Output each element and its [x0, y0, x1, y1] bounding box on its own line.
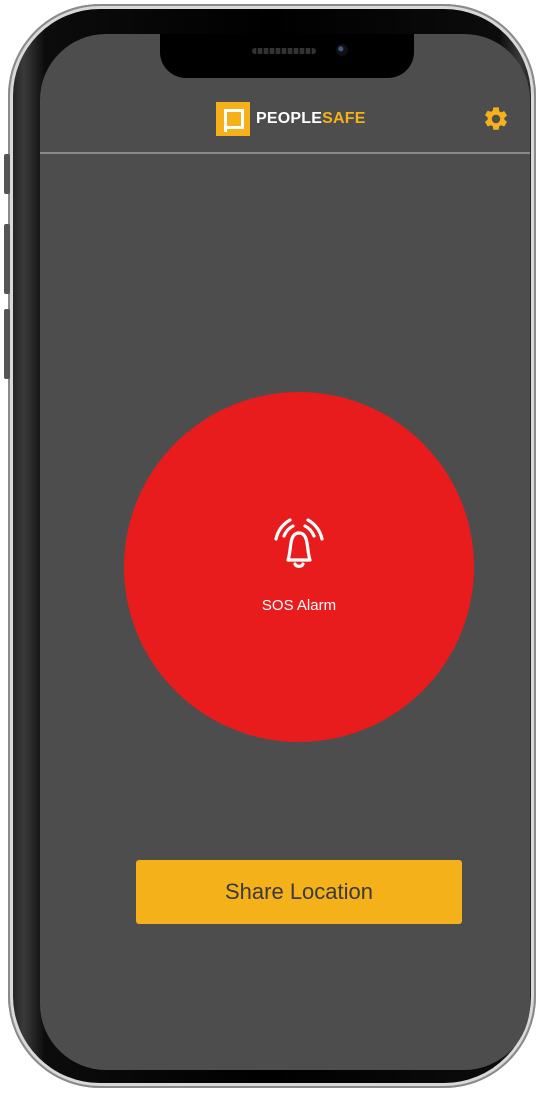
- sos-alarm-button[interactable]: SOS Alarm: [124, 392, 474, 742]
- header-divider: [40, 152, 530, 154]
- front-camera: [336, 44, 348, 56]
- brand-logo: PEOPLESAFE: [216, 102, 366, 136]
- sos-alarm-label: SOS Alarm: [261, 597, 337, 614]
- logo-mark-icon: [216, 102, 250, 136]
- volume-down-button: [4, 309, 10, 379]
- gear-icon[interactable]: [482, 105, 510, 133]
- side-button: [4, 154, 10, 194]
- brand-name: PEOPLESAFE: [256, 110, 366, 128]
- brand-name-part1: PEOPLE: [256, 110, 323, 127]
- app-header: PEOPLESAFE: [40, 89, 530, 153]
- phone-frame: PEOPLESAFE SOS Alarm Share Location: [4, 4, 536, 1088]
- notch: [160, 34, 414, 78]
- volume-up-button: [4, 224, 10, 294]
- screenshot: PEOPLESAFE SOS Alarm Share Location: [0, 0, 539, 1093]
- alarm-bell-icon: [274, 518, 324, 568]
- brand-name-part2: SAFE: [322, 110, 366, 127]
- app-screen: PEOPLESAFE SOS Alarm Share Location: [40, 34, 530, 1070]
- speaker-grille: [252, 48, 316, 54]
- share-location-button[interactable]: Share Location: [136, 860, 462, 924]
